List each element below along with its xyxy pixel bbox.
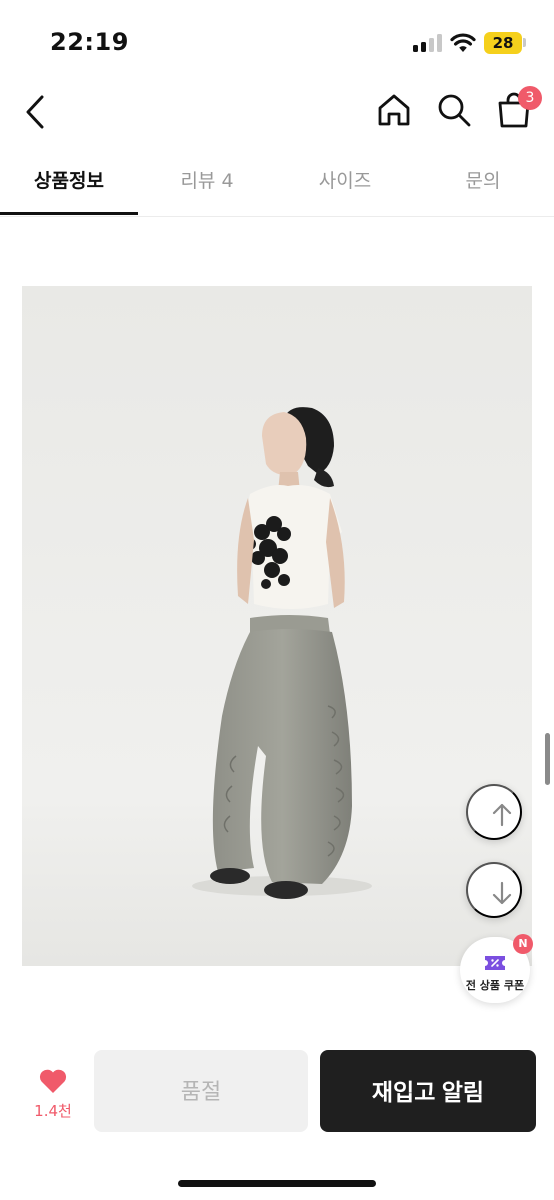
wifi-icon xyxy=(450,33,476,52)
arrow-up-icon xyxy=(492,803,512,827)
tab-inquiry[interactable]: 문의 xyxy=(414,148,552,216)
coupon-label: 전 상품 쿠폰 xyxy=(465,979,525,992)
home-icon xyxy=(378,94,410,126)
active-tab-indicator xyxy=(0,212,138,215)
search-button[interactable] xyxy=(434,90,474,130)
home-button[interactable] xyxy=(374,90,414,130)
chevron-left-icon xyxy=(26,95,44,129)
tab-product-info[interactable]: 상품정보 xyxy=(0,148,138,216)
back-button[interactable] xyxy=(18,92,54,132)
scroll-down-button[interactable] xyxy=(466,862,522,918)
scrollbar[interactable] xyxy=(545,733,550,785)
heart-icon xyxy=(39,1069,67,1093)
scroll-up-button[interactable] xyxy=(466,784,522,840)
restock-notify-button[interactable]: 재입고 알림 xyxy=(320,1050,536,1132)
coupon-ticket-icon xyxy=(485,956,505,970)
tab-reviews[interactable]: 리뷰 4 xyxy=(138,148,276,216)
product-tabs: 상품정보 리뷰 4 사이즈 문의 xyxy=(0,148,554,217)
cart-count-badge: 3 xyxy=(518,86,542,110)
arrow-down-icon xyxy=(492,881,512,905)
soldout-button: 품절 xyxy=(94,1050,308,1132)
top-navigation xyxy=(0,80,554,144)
like-button[interactable]: 1.4천 xyxy=(30,1066,76,1122)
cellular-signal-icon xyxy=(413,34,443,52)
status-bar: 22:19 28 xyxy=(0,0,554,80)
battery-icon xyxy=(523,38,526,47)
search-icon xyxy=(438,94,471,127)
new-badge: N xyxy=(513,934,533,954)
home-indicator xyxy=(178,1180,376,1187)
tab-size[interactable]: 사이즈 xyxy=(276,148,414,216)
battery-level: 28 xyxy=(484,32,522,54)
status-time: 22:19 xyxy=(50,28,129,56)
product-image xyxy=(22,286,532,966)
like-count: 1.4천 xyxy=(34,1102,72,1120)
